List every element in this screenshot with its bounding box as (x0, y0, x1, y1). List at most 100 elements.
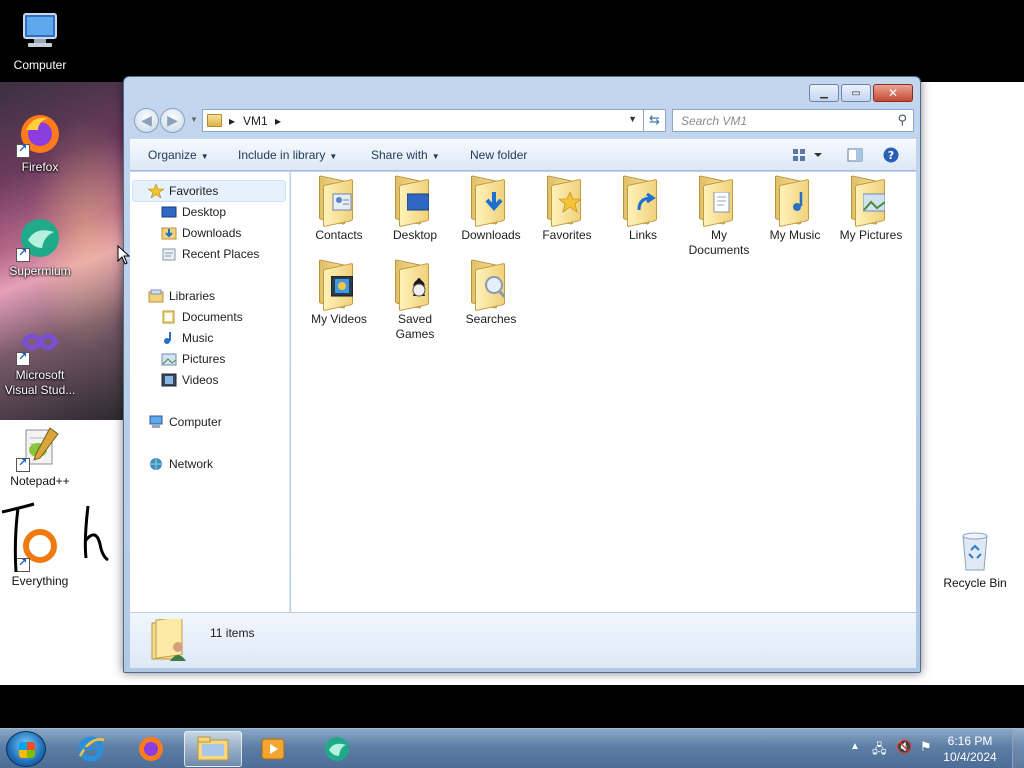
music-note-icon (161, 331, 177, 345)
media-player-icon (261, 738, 285, 760)
recycle-bin-icon (951, 526, 999, 574)
nav-item-label: Computer (169, 415, 222, 429)
organize-button[interactable]: Organize ▼ (148, 148, 209, 162)
chevron-down-icon: ▼ (431, 152, 440, 161)
taskbar-internet-explorer[interactable] (62, 731, 120, 767)
network-status-icon[interactable]: 🖧 (872, 740, 887, 762)
share-with-button[interactable]: Share with ▼ (371, 148, 440, 162)
taskbar-windows-explorer[interactable] (184, 731, 242, 767)
nav-item-label: Pictures (182, 352, 226, 366)
nav-item-favorites[interactable]: Favorites (147, 182, 218, 200)
file-item-label: Searches (465, 312, 517, 326)
nav-item-desktop[interactable]: Desktop (161, 203, 226, 221)
folder-icon (695, 175, 743, 228)
breadcrumb-vm1[interactable]: VM1 (243, 114, 268, 128)
clock-time: 6:16 PM (947, 734, 993, 748)
taskbar-supermium[interactable] (308, 731, 366, 767)
nav-item-music[interactable]: Music (161, 329, 213, 347)
nav-item-network[interactable]: Network (148, 455, 213, 473)
desktop-icon (407, 193, 429, 211)
change-view-button[interactable] (792, 147, 822, 163)
action-center-flag-icon[interactable]: ⚑ (920, 739, 932, 755)
search-input[interactable]: Search VM1 ⚲ (672, 109, 914, 132)
music-note-icon (793, 192, 803, 211)
clock-date: 10/4/2024 (943, 750, 997, 764)
help-button[interactable]: ? (883, 147, 899, 163)
folder-icon (391, 259, 439, 312)
documents-icon (161, 310, 177, 324)
folder-icon (467, 259, 515, 312)
file-item[interactable]: Downloads (453, 175, 529, 243)
nav-item-libraries[interactable]: Libraries (148, 287, 215, 305)
breadcrumb-separator: ▸ (229, 114, 236, 128)
taskbar-firefox[interactable] (122, 731, 180, 767)
nav-item-videos[interactable]: Videos (161, 371, 218, 389)
show-hidden-icons-button[interactable]: ▲ (850, 741, 860, 752)
folder-icon (315, 175, 363, 228)
item-count: 11 items (210, 626, 255, 640)
video-icon (161, 373, 177, 387)
clock[interactable]: 6:16 PM 10/4/2024 (940, 733, 1000, 765)
file-item[interactable]: My Music (757, 175, 833, 243)
nav-item-downloads[interactable]: Downloads (161, 224, 241, 242)
start-button[interactable] (6, 731, 46, 767)
file-item[interactable]: Favorites (529, 175, 605, 243)
folder-icon (467, 175, 515, 228)
file-item[interactable]: Searches (453, 259, 529, 327)
file-item[interactable]: My Documents (681, 175, 757, 258)
mouse-cursor-icon (117, 245, 131, 265)
taskbar-media-player[interactable] (244, 731, 302, 767)
file-item-label: My Music (769, 228, 821, 242)
recent-pages-dropdown[interactable]: ▼ (190, 115, 198, 124)
explorer-window[interactable]: ▁ ▭ ✕ ◀ ▶ ▼ ▸ VM1 ▸ ▼ ⇆ Search VM1 ⚲ Org… (123, 76, 921, 673)
file-item[interactable]: Desktop (377, 175, 453, 243)
preview-pane-button[interactable] (847, 147, 863, 163)
show-desktop-button[interactable] (1012, 729, 1024, 768)
minimize-icon: ▁ (820, 87, 828, 99)
link-arrow-icon (637, 192, 656, 211)
forward-button[interactable]: ▶ (160, 108, 185, 133)
star-icon (559, 192, 581, 213)
volume-muted-icon[interactable]: 🔇 (896, 739, 912, 755)
desktop-icon-recycle-bin[interactable]: Recycle Bin (935, 526, 1015, 591)
file-item-label: My Videos (311, 312, 367, 326)
nav-item-pictures[interactable]: Pictures (161, 350, 225, 368)
close-button[interactable]: ✕ (873, 84, 913, 102)
file-item[interactable]: My Videos (301, 259, 377, 327)
desktop-icon-computer[interactable]: Computer (0, 8, 80, 73)
new-folder-button[interactable]: New folder (470, 148, 527, 162)
desktop-icon-notepad-plus-plus[interactable]: Notepad++ (0, 424, 80, 489)
desktop-icon-visual-studio[interactable]: Microsoft Visual Stud... (0, 318, 80, 398)
refresh-button[interactable]: ⇆ (644, 109, 666, 132)
file-item[interactable]: Saved Games (377, 259, 453, 342)
address-bar[interactable]: ▸ VM1 ▸ ▼ (202, 109, 644, 132)
back-button[interactable]: ◀ (134, 108, 159, 133)
desktop-icon-firefox[interactable]: Firefox (0, 110, 80, 175)
supermium-icon (325, 737, 349, 761)
desktop-icon-supermium[interactable]: Supermium (0, 214, 80, 279)
star-icon (147, 183, 165, 199)
file-item-label: My Pictures (839, 228, 903, 242)
minimize-button[interactable]: ▁ (809, 84, 839, 102)
nav-item-computer[interactable]: Computer (148, 413, 222, 431)
documents-icon (713, 192, 730, 213)
file-item[interactable]: Links (605, 175, 681, 243)
details-pane: 11 items (130, 612, 916, 668)
nav-item-label: Libraries (169, 289, 216, 303)
file-item[interactable]: Contacts (301, 175, 377, 243)
video-icon (331, 276, 353, 297)
maximize-button[interactable]: ▭ (841, 84, 871, 102)
nav-item-label: Downloads (182, 226, 242, 240)
shortcut-arrow-icon (16, 456, 30, 472)
file-item[interactable]: My Pictures (833, 175, 909, 243)
desktop-icon-label: Notepad++ (10, 474, 70, 488)
nav-item-recent-places[interactable]: Recent Places (161, 245, 259, 263)
nav-item-documents[interactable]: Documents (161, 308, 243, 326)
svg-text:?: ? (888, 149, 894, 162)
include-in-library-button[interactable]: Include in library ▼ (238, 148, 337, 162)
folder-icon (847, 175, 895, 228)
picture-icon (161, 352, 177, 366)
address-dropdown-icon[interactable]: ▼ (628, 114, 637, 124)
user-folder-icon (150, 615, 190, 663)
search-placeholder: Search VM1 (681, 114, 748, 128)
